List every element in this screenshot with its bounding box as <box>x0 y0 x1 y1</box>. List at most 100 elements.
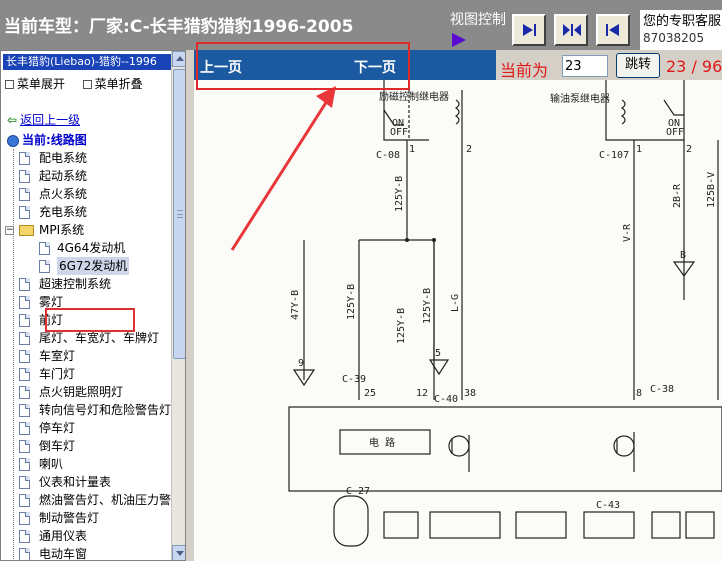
tree-item-general-meter[interactable]: 通用仪表 <box>1 527 171 545</box>
tree-item-overspeed[interactable]: 超速控制系统 <box>1 275 171 293</box>
wire-47yb: 47Y-B <box>290 290 301 320</box>
tree-item-label: 车室灯 <box>39 349 76 363</box>
sidebar: 长丰猎豹(Liebao)-猎豹--1996 菜单展开 菜单折叠 ⇦ 返回上一级 当… <box>0 50 186 561</box>
tree-item-key-lamp[interactable]: 点火钥匙照明灯 <box>1 383 171 401</box>
tree-item-label: 4G64发动机 <box>57 241 126 255</box>
document-icon <box>19 440 30 453</box>
tree-item-mpi[interactable]: − MPI系统 <box>1 221 171 239</box>
document-icon <box>19 476 30 489</box>
document-icon <box>19 404 30 417</box>
current-node-label: 当前:线路图 <box>22 133 87 147</box>
document-icon <box>19 350 30 363</box>
tree-item-label: 充电系统 <box>39 205 88 219</box>
current-page-label: 当前为 <box>500 61 549 80</box>
document-icon <box>19 170 30 183</box>
tree-list: 配电系统 起动系统 点火系统 充电系统 − MPI系统 4G64发动机 6G72发… <box>1 149 171 561</box>
document-icon <box>19 278 30 291</box>
wiring-diagram[interactable]: 励磁控制继电器 输油泵继电器 ON OFF ON OFF C-08 C-107 … <box>194 80 722 561</box>
pin-12: 12 <box>416 388 428 399</box>
connector-c40: C-40 <box>434 394 458 405</box>
tree-item-label: 通用仪表 <box>39 529 88 543</box>
app-window: 当前车型：厂家:C-长丰猎豹猎豹1996-2005 视图控制 您的专职客服 87… <box>0 0 722 561</box>
tree-item-power[interactable]: 配电系统 <box>1 149 171 167</box>
diagram-frame: 励磁控制继电器 输油泵继电器 ON OFF ON OFF C-08 C-107 … <box>186 80 722 561</box>
menu-collapse-button[interactable]: 菜单折叠 <box>82 77 143 91</box>
document-icon <box>19 386 30 399</box>
tree-item-ignition[interactable]: 点火系统 <box>1 185 171 203</box>
document-icon <box>19 494 30 507</box>
tree-item-stop-lamp[interactable]: 停车灯 <box>1 419 171 437</box>
scroll-thumb[interactable] <box>173 69 185 359</box>
sidebar-scrollbar[interactable] <box>171 51 185 560</box>
pin-b: B <box>680 250 686 261</box>
page-number-input[interactable] <box>562 55 608 77</box>
tree-item-label: 配电系统 <box>39 151 88 165</box>
document-icon <box>19 332 30 345</box>
tree-item-door-lamp[interactable]: 车门灯 <box>1 365 171 383</box>
tree-item-4g64[interactable]: 4G64发动机 <box>1 239 171 257</box>
tree-item-label: 倒车灯 <box>39 439 76 453</box>
pin-8: 8 <box>636 388 642 399</box>
tree-item-gauges[interactable]: 仪表和计量表 <box>1 473 171 491</box>
scroll-up-icon[interactable] <box>172 51 185 67</box>
grip-icon <box>177 210 183 218</box>
tree-item-fuel-warning[interactable]: 燃油警告灯、机油压力警 <box>1 491 171 509</box>
menu-expand-label: 菜单展开 <box>17 77 66 91</box>
square-icon <box>5 80 14 89</box>
tree-item-charging[interactable]: 充电系统 <box>1 203 171 221</box>
view-fit-button[interactable] <box>554 14 588 46</box>
view-control[interactable]: 视图控制 <box>450 10 508 50</box>
arrows-inward-icon <box>563 24 581 36</box>
annotation-arrow-icon <box>230 86 336 251</box>
view-prev-button[interactable] <box>596 14 630 46</box>
tree-item-label: 起动系统 <box>39 169 88 183</box>
menu-expand-button[interactable]: 菜单展开 <box>5 77 65 91</box>
tree-item-label: 车门灯 <box>39 367 76 381</box>
service-ad-text: 您的专职客服 <box>643 14 722 29</box>
collapse-toggle-icon[interactable]: − <box>5 226 14 235</box>
selected-item-highlight <box>45 308 135 332</box>
back-link[interactable]: ⇦ 返回上一级 <box>7 111 80 128</box>
back-link-label: 返回上一级 <box>20 113 81 127</box>
tree-item-label: 超速控制系统 <box>39 277 112 291</box>
tree-item-power-window[interactable]: 电动车窗 <box>1 545 171 561</box>
view-control-label: 视图控制 <box>450 12 506 28</box>
connector-c08: C-08 <box>376 150 400 161</box>
tree-item-label: 停车灯 <box>39 421 76 435</box>
tree-item-label: 点火钥匙照明灯 <box>39 385 124 399</box>
document-icon <box>19 188 30 201</box>
pin-1-right: 1 <box>636 144 642 155</box>
tree-item-label: 电动车窗 <box>39 547 88 561</box>
pin-38: 38 <box>464 388 476 399</box>
connector-c43: C-43 <box>596 500 620 511</box>
document-icon <box>19 422 30 435</box>
tree-item-turn-signal[interactable]: 转向信号灯和危险警告灯 <box>1 401 171 419</box>
tree-item-horn[interactable]: 喇叭 <box>1 455 171 473</box>
jump-button[interactable]: 跳转 <box>616 53 660 78</box>
tree-item-label: MPI系统 <box>39 223 85 237</box>
connector-c27: C-27 <box>346 486 370 497</box>
tree-item-starting[interactable]: 起动系统 <box>1 167 171 185</box>
tree-item-6g72[interactable]: 6G72发动机 <box>1 257 171 275</box>
tree-item-room-lamp[interactable]: 车室灯 <box>1 347 171 365</box>
pin-2-right: 2 <box>686 144 692 155</box>
current-node: 当前:线路图 <box>7 131 87 148</box>
tree-item-brake-warning[interactable]: 制动警告灯 <box>1 509 171 527</box>
wire-lg: L-G <box>450 294 461 312</box>
tree-item-label: 制动警告灯 <box>39 511 100 525</box>
document-icon <box>39 260 50 273</box>
nav-highlight-box <box>196 42 410 90</box>
service-ad[interactable]: 您的专职客服 87038205 <box>640 10 722 50</box>
vehicle-title: 当前车型：厂家:C-长丰猎豹猎豹1996-2005 <box>4 17 354 37</box>
document-icon <box>19 296 30 309</box>
tree-item-label: 燃油警告灯、机油压力警 <box>39 493 172 507</box>
page-jump-panel: 当前为 跳转 23 / 96 <box>496 50 722 82</box>
square-icon <box>82 80 92 89</box>
tree-item-label: 仪表和计量表 <box>39 475 112 489</box>
document-icon <box>19 152 30 165</box>
tree-item-reverse-lamp[interactable]: 倒车灯 <box>1 437 171 455</box>
wire-125yb-a: 125Y-B <box>394 176 405 212</box>
scroll-down-icon[interactable] <box>172 545 185 560</box>
service-ad-number: 87038205 <box>643 31 705 45</box>
view-next-button[interactable] <box>512 14 546 46</box>
